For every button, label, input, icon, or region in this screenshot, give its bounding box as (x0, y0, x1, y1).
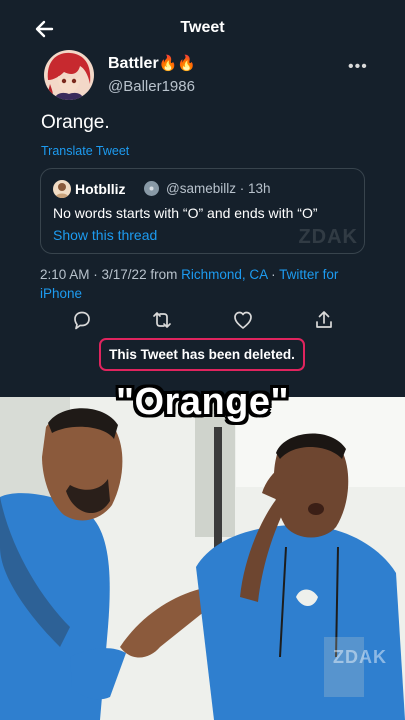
translate-tweet-link[interactable]: Translate Tweet (41, 144, 129, 158)
quote-handle: @samebillz (166, 181, 236, 196)
reply-icon[interactable] (71, 309, 93, 331)
quote-avatar (53, 180, 71, 198)
retweet-icon[interactable] (151, 309, 173, 331)
page-title: Tweet (180, 19, 225, 36)
user-handle[interactable]: @Baller1986 (108, 78, 195, 95)
watermark: ZDAK (298, 226, 358, 248)
fire-icon: 🔥🔥 (158, 54, 197, 72)
video-caption: "Orange" (115, 381, 290, 423)
quote-time: 13h (247, 181, 271, 196)
avatar[interactable] (44, 50, 94, 100)
video-frame-image: ZDAK (0, 397, 405, 720)
show-thread-link[interactable]: Show this thread (53, 227, 157, 243)
tweet-time: 2:10 AM (40, 267, 90, 282)
like-icon[interactable] (232, 309, 254, 331)
more-options-icon[interactable]: ••• (348, 58, 368, 76)
from-label: from (150, 267, 178, 282)
tweet-panel: Tweet Battler🔥🔥 @Baller1986 ••• Orange. … (0, 0, 405, 397)
quote-meta: @samebillz · 13h (166, 181, 271, 196)
share-icon[interactable] (313, 309, 335, 331)
action-bar (0, 309, 405, 333)
quote-text: No words starts with “O” and ends with “… (53, 205, 318, 221)
quoted-tweet-card[interactable]: Hotblliz @samebillz · 13h No words start… (40, 168, 365, 254)
display-name[interactable]: Battler🔥🔥 (108, 54, 196, 73)
quote-author-name: Hotblliz (75, 181, 126, 197)
photo-watermark: ZDAK (333, 647, 387, 667)
tweet-text: Orange. (41, 112, 110, 133)
deleted-notice: This Tweet has been deleted. (99, 338, 305, 371)
tweet-date: 3/17/22 (101, 267, 147, 282)
badge-icon (144, 181, 159, 196)
header: Tweet (0, 0, 405, 56)
deleted-notice-text: This Tweet has been deleted. (109, 347, 295, 362)
tweet-meta: 2:10 AM · 3/17/22 from Richmond, CA · Tw… (40, 267, 339, 301)
location-link[interactable]: Richmond, CA (181, 267, 267, 282)
display-name-text: Battler (108, 55, 159, 72)
